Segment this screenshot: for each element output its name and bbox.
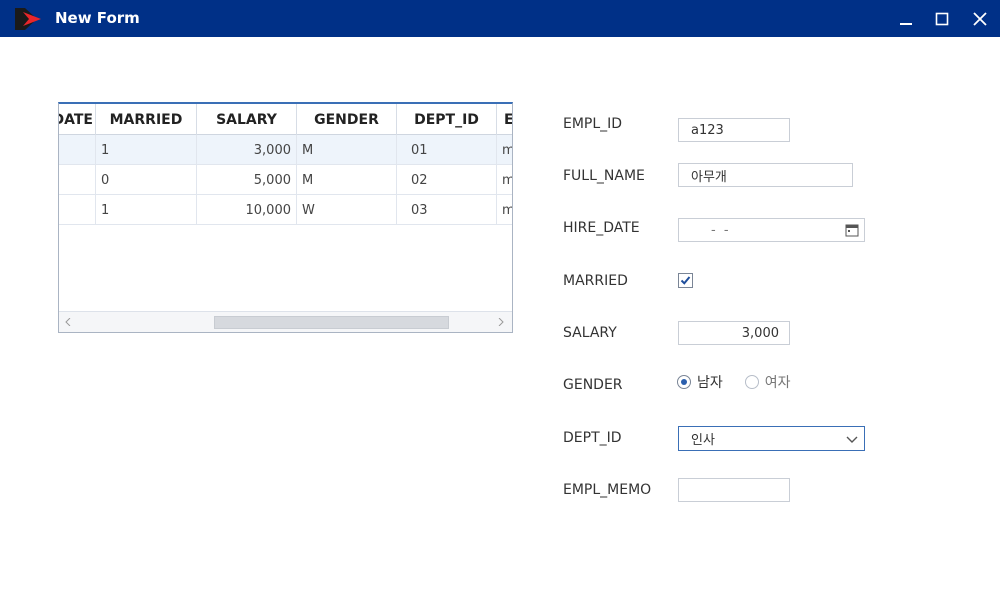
table-cell: W — [297, 195, 397, 225]
gender-option-male-label[interactable]: 남자 — [697, 372, 723, 392]
close-button[interactable] — [962, 0, 998, 37]
gender-option-female-label[interactable]: 여자 — [765, 372, 791, 392]
minimize-icon — [900, 22, 912, 25]
empl-memo-field[interactable] — [678, 478, 790, 502]
scrollbar-thumb[interactable] — [214, 316, 449, 329]
app-logo-icon — [15, 8, 41, 30]
dept-id-select[interactable]: 인사 — [678, 426, 865, 451]
table-cell: 03 — [397, 195, 497, 225]
hire-date-value: - - — [711, 222, 731, 238]
table-cell — [59, 195, 96, 225]
table-cell: 01 — [397, 135, 497, 165]
empl-id-label: EMPL_ID — [563, 116, 623, 132]
chevron-down-icon — [846, 436, 858, 443]
hire-date-field[interactable]: - - — [678, 218, 865, 242]
check-icon — [680, 276, 691, 285]
gender-radio-male[interactable] — [677, 375, 691, 389]
scroll-left-icon — [65, 318, 71, 326]
empl-id-value: a123 — [691, 122, 724, 138]
salary-label: SALARY — [563, 325, 617, 341]
scroll-right-button[interactable] — [492, 312, 510, 332]
table-cell: 3,000 — [197, 135, 297, 165]
table-row[interactable]: 0 5,000 M 02 m — [59, 165, 512, 195]
column-header-dept-id[interactable]: DEPT_ID — [397, 104, 497, 135]
full-name-value: 아무개 — [691, 169, 727, 185]
empl-id-field[interactable]: a123 — [678, 118, 790, 142]
table-cell: m — [497, 195, 512, 225]
close-icon — [973, 11, 987, 26]
dept-id-label: DEPT_ID — [563, 430, 622, 446]
table-cell: 0 — [96, 165, 197, 195]
scroll-left-button[interactable] — [59, 312, 77, 332]
table-cell: 1 — [96, 195, 197, 225]
gender-label: GENDER — [563, 377, 623, 393]
gender-radio-female[interactable] — [744, 375, 759, 389]
calendar-icon[interactable] — [845, 223, 859, 237]
horizontal-scrollbar[interactable] — [59, 311, 512, 332]
column-header-salary[interactable]: SALARY — [197, 104, 297, 135]
table-cell: 10,000 — [197, 195, 297, 225]
column-header-date[interactable]: DATE — [59, 104, 96, 135]
married-checkbox[interactable] — [678, 273, 693, 288]
gender-radio-group: 남자 여자 — [677, 372, 813, 392]
married-label: MARRIED — [563, 273, 628, 289]
table-cell: M — [297, 135, 397, 165]
salary-value: 3,000 — [741, 325, 779, 341]
table-cell: 1 — [96, 135, 197, 165]
table-cell — [59, 165, 96, 195]
title-bar: New Form — [0, 0, 1000, 37]
table-row[interactable]: 1 10,000 W 03 m — [59, 195, 512, 225]
dept-id-value: 인사 — [691, 433, 715, 448]
maximize-button[interactable] — [924, 0, 960, 37]
salary-field[interactable]: 3,000 — [678, 321, 790, 345]
table-cell: M — [297, 165, 397, 195]
maximize-icon — [935, 12, 949, 25]
hire-date-label: HIRE_DATE — [563, 220, 640, 236]
table-cell: 02 — [397, 165, 497, 195]
column-header-e[interactable]: E — [497, 104, 512, 135]
scroll-right-icon — [498, 318, 504, 326]
column-header-gender[interactable]: GENDER — [297, 104, 397, 135]
minimize-button[interactable] — [888, 0, 924, 37]
full-name-field[interactable]: 아무개 — [678, 163, 853, 187]
table-cell: 5,000 — [197, 165, 297, 195]
empl-memo-label: EMPL_MEMO — [563, 482, 652, 498]
grid-header: DATE MARRIED SALARY GENDER DEPT_ID E — [59, 104, 512, 135]
window-title: New Form — [55, 9, 140, 27]
employee-grid[interactable]: DATE MARRIED SALARY GENDER DEPT_ID E 1 3… — [58, 102, 513, 333]
table-cell: m — [497, 165, 512, 195]
column-header-married[interactable]: MARRIED — [96, 104, 197, 135]
table-cell: m — [497, 135, 512, 165]
table-cell — [59, 135, 96, 165]
full-name-label: FULL_NAME — [563, 168, 645, 184]
table-row[interactable]: 1 3,000 M 01 m — [59, 135, 512, 165]
